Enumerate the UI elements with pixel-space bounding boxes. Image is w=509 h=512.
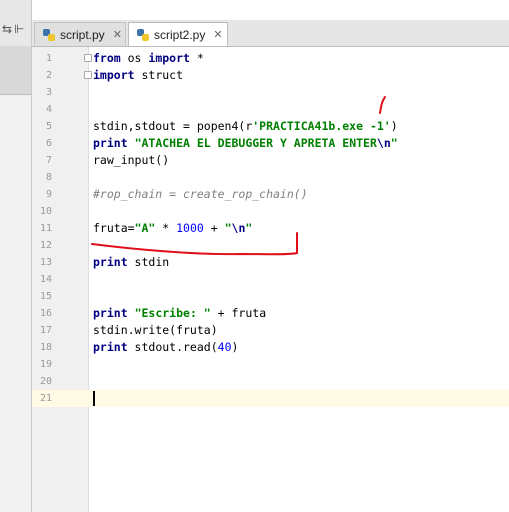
annotation-layer (91, 96, 386, 256)
red-annotation-tick (379, 96, 386, 114)
red-annotation-underline (91, 232, 298, 256)
